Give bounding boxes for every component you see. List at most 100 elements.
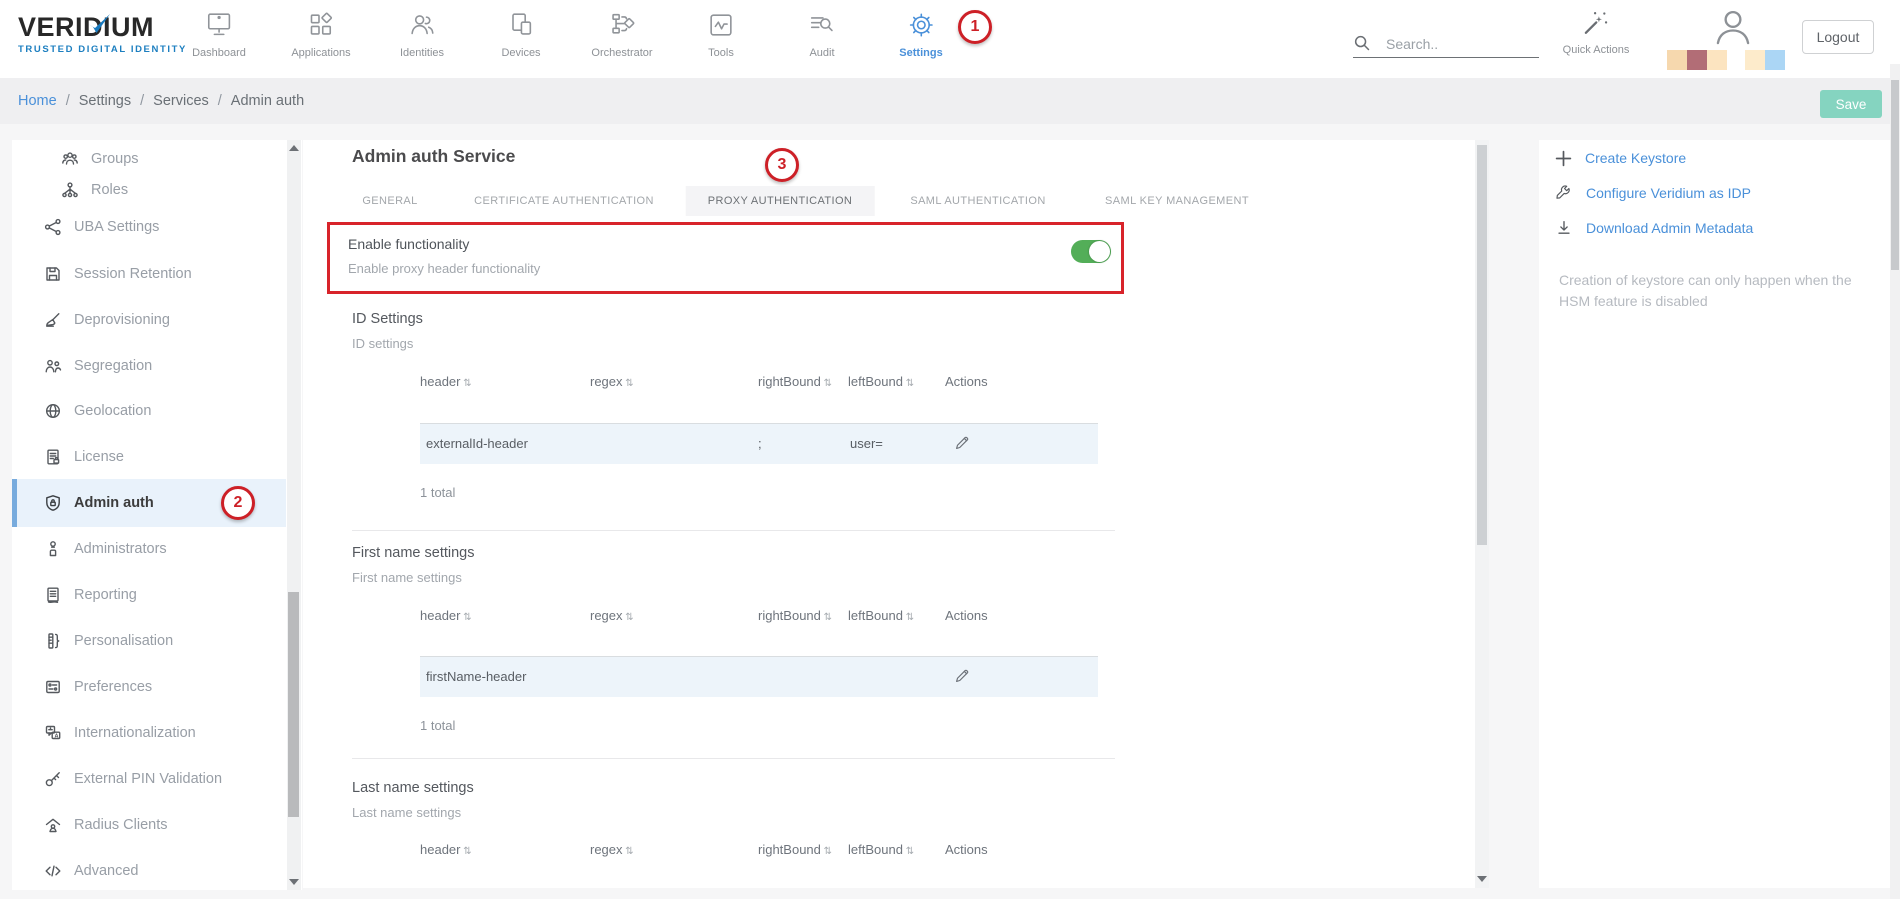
sidebar-scrollbar-thumb[interactable] bbox=[288, 592, 299, 817]
main-scrollbar[interactable] bbox=[1475, 140, 1489, 888]
nav-item-settings[interactable]: Settings bbox=[899, 10, 942, 59]
administrators-icon bbox=[43, 539, 63, 559]
main-scrollbar-thumb[interactable] bbox=[1477, 145, 1487, 545]
sidebar-item-geolocation[interactable]: Geolocation bbox=[12, 392, 286, 430]
breadcrumb-home-link[interactable]: Home bbox=[18, 93, 57, 109]
nav-label: Settings bbox=[899, 47, 942, 59]
edit-pencil-icon[interactable] bbox=[953, 434, 971, 452]
keystore-hsm-note: Creation of keystore can only happen whe… bbox=[1559, 270, 1871, 312]
scroll-up-arrow[interactable] bbox=[289, 145, 299, 151]
nav-item-applications[interactable]: Applications bbox=[291, 10, 350, 59]
sidebar-item-deprovisioning[interactable]: Deprovisioning bbox=[12, 301, 286, 339]
quick-actions-label: Quick Actions bbox=[1563, 44, 1630, 56]
cell-leftbound: user= bbox=[850, 436, 883, 451]
sidebar-item-advanced[interactable]: Advanced bbox=[12, 852, 286, 890]
sidebar-item-personalisation[interactable]: Personalisation bbox=[12, 622, 286, 660]
column-leftbound[interactable]: leftBound bbox=[848, 842, 914, 857]
sidebar-item-uba-settings[interactable]: UBA Settings bbox=[12, 208, 286, 246]
table-row-firstname[interactable]: firstName-header bbox=[420, 657, 1098, 697]
sidebar-item-reporting[interactable]: Reporting bbox=[12, 576, 286, 614]
configure-veridium-idp-link[interactable]: Configure Veridium as IDP bbox=[1555, 179, 1751, 207]
sidebar-item-external-pin-validation[interactable]: External PIN Validation bbox=[12, 760, 286, 798]
page-scrollbar-thumb[interactable] bbox=[1891, 80, 1899, 270]
nav-item-tools[interactable]: Tools bbox=[706, 10, 736, 59]
roles-icon bbox=[60, 180, 80, 200]
nav-label: Orchestrator bbox=[591, 47, 652, 59]
column-header[interactable]: header bbox=[420, 842, 472, 857]
save-button[interactable]: Save bbox=[1820, 90, 1882, 118]
devices-icon bbox=[506, 10, 536, 40]
annotation-circle-2: 2 bbox=[221, 486, 255, 520]
search-placeholder: Search.. bbox=[1386, 36, 1438, 52]
column-rightbound[interactable]: rightBound bbox=[758, 842, 832, 857]
section-subtitle: First name settings bbox=[352, 570, 462, 585]
breadcrumb-bar: Home / Settings / Services / Admin auth bbox=[0, 78, 1900, 124]
brand-name: VERIDIUM bbox=[18, 12, 208, 43]
keystore-actions-panel: Create Keystore Configure Veridium as ID… bbox=[1539, 140, 1891, 888]
sidebar-item-internationalization[interactable]: A Internationalization bbox=[12, 714, 286, 752]
sidebar-item-license[interactable]: License bbox=[12, 438, 286, 476]
nav-label: Dashboard bbox=[192, 47, 246, 59]
enable-functionality-description: Enable proxy header functionality bbox=[348, 261, 540, 276]
sidebar-item-roles[interactable]: Roles bbox=[12, 171, 286, 209]
sidebar-item-administrators[interactable]: Administrators bbox=[12, 530, 286, 568]
uba-settings-icon bbox=[43, 217, 63, 237]
gear-icon bbox=[906, 10, 936, 40]
create-keystore-link[interactable]: Create Keystore bbox=[1555, 144, 1686, 172]
breadcrumb-services[interactable]: Services bbox=[153, 93, 209, 109]
nav-item-devices[interactable]: Devices bbox=[501, 10, 540, 59]
tab-general[interactable]: GENERAL bbox=[340, 186, 439, 216]
column-regex[interactable]: regex bbox=[590, 608, 634, 623]
plus-icon bbox=[1555, 150, 1572, 167]
cell-rightbound: ; bbox=[758, 436, 762, 451]
annotation-highlight-box: Enable functionality Enable proxy header… bbox=[327, 222, 1124, 294]
row-count: 1 total bbox=[420, 485, 455, 500]
segregation-icon bbox=[43, 356, 63, 376]
tab-saml-key-management[interactable]: SAML KEY MANAGEMENT bbox=[1083, 186, 1271, 216]
quick-actions-button[interactable]: Quick Actions bbox=[1563, 8, 1630, 56]
breadcrumb-settings[interactable]: Settings bbox=[79, 93, 131, 109]
nav-item-dashboard[interactable]: Dashboard bbox=[192, 10, 246, 59]
veridium-admin-console: VERIDIUM TRUSTED DIGITAL IDENTITY Dashbo… bbox=[0, 0, 1900, 899]
column-regex[interactable]: regex bbox=[590, 374, 634, 389]
table-row-externalid[interactable]: externalId-header ; user= bbox=[420, 424, 1098, 464]
logo-check-icon bbox=[87, 14, 111, 34]
tab-proxy-authentication[interactable]: PROXY AUTHENTICATION bbox=[686, 186, 875, 216]
search-input[interactable]: Search.. bbox=[1353, 30, 1539, 58]
nav-item-identities[interactable]: Identities bbox=[400, 10, 444, 59]
page-title: Admin auth Service bbox=[352, 146, 515, 167]
logout-button[interactable]: Logout bbox=[1802, 20, 1874, 54]
sidebar-scrollbar[interactable] bbox=[287, 140, 301, 890]
sidebar-item-radius-clients[interactable]: Radius Clients bbox=[12, 806, 286, 844]
sidebar-item-preferences[interactable]: Preferences bbox=[12, 668, 286, 706]
palette-swatch-2 bbox=[1687, 50, 1707, 70]
tab-saml-authentication[interactable]: SAML AUTHENTICATION bbox=[888, 186, 1067, 216]
enable-functionality-toggle[interactable] bbox=[1071, 240, 1111, 263]
sidebar-item-session-retention[interactable]: Session Retention bbox=[12, 255, 286, 293]
nav-item-orchestrator[interactable]: Orchestrator bbox=[591, 10, 652, 59]
admin-auth-service-panel: Admin auth Service GENERAL CERTIFICATE A… bbox=[303, 140, 1489, 888]
column-leftbound[interactable]: leftBound bbox=[848, 374, 914, 389]
download-icon bbox=[1555, 219, 1573, 237]
nav-item-audit[interactable]: Audit bbox=[807, 10, 837, 59]
tab-certificate-authentication[interactable]: CERTIFICATE AUTHENTICATION bbox=[452, 186, 676, 216]
sidebar-item-segregation[interactable]: Segregation bbox=[12, 347, 286, 385]
column-header[interactable]: header bbox=[420, 374, 472, 389]
column-rightbound[interactable]: rightBound bbox=[758, 374, 832, 389]
column-header[interactable]: header bbox=[420, 608, 472, 623]
column-actions: Actions bbox=[945, 374, 988, 389]
column-regex[interactable]: regex bbox=[590, 842, 634, 857]
column-rightbound[interactable]: rightBound bbox=[758, 608, 832, 623]
section-divider bbox=[352, 758, 1115, 759]
row-count: 1 total bbox=[420, 718, 455, 733]
scroll-down-arrow[interactable] bbox=[289, 879, 299, 885]
section-title-first-name: First name settings bbox=[352, 545, 475, 561]
download-admin-metadata-link[interactable]: Download Admin Metadata bbox=[1555, 214, 1753, 242]
palette-swatch-1 bbox=[1667, 50, 1687, 70]
column-leftbound[interactable]: leftBound bbox=[848, 608, 914, 623]
avatar-icon[interactable] bbox=[1712, 6, 1754, 50]
nav-label: Tools bbox=[706, 47, 736, 59]
edit-pencil-icon[interactable] bbox=[953, 667, 971, 685]
scroll-down-arrow[interactable] bbox=[1477, 876, 1487, 882]
cell-header: firstName-header bbox=[426, 669, 526, 684]
